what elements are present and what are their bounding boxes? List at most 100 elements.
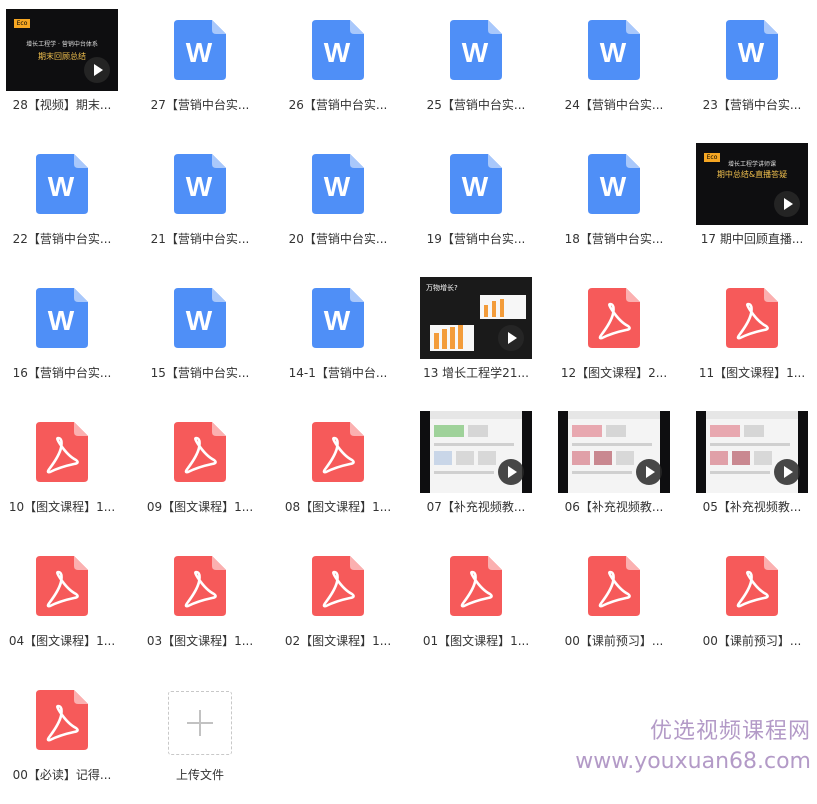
file-name: 00【必读】记得... — [12, 768, 112, 782]
word-doc-icon: W — [174, 154, 226, 214]
pdf-doc-icon — [312, 422, 364, 482]
word-doc-icon: W — [174, 20, 226, 80]
file-item-pdf[interactable]: 12【图文课程】2... — [545, 268, 683, 402]
file-name: 20【营销中台实... — [288, 232, 388, 246]
file-item-word[interactable]: W 25【营销中台实... — [407, 0, 545, 134]
word-doc-icon: W — [36, 154, 88, 214]
svg-text:W: W — [600, 37, 627, 68]
watermark-url: www.youxuan68.com — [575, 749, 811, 774]
file-item-pdf[interactable]: 08【图文课程】1... — [269, 402, 407, 536]
file-item-word[interactable]: W 16【营销中台实... — [0, 268, 131, 402]
upload-file-button[interactable]: 上传文件 — [131, 670, 269, 804]
play-icon — [636, 459, 662, 485]
file-thumbnail: W — [269, 142, 407, 226]
svg-text:W: W — [324, 171, 351, 202]
video-title-text: 万物增长? — [426, 284, 458, 292]
file-thumbnail — [545, 276, 683, 360]
file-thumbnail: W — [545, 142, 683, 226]
file-thumbnail — [131, 544, 269, 628]
play-icon — [774, 459, 800, 485]
file-item-pdf[interactable]: 10【图文课程】1... — [0, 402, 131, 536]
file-name: 17 期中回顾直播... — [700, 232, 804, 246]
svg-text:W: W — [186, 37, 213, 68]
video-thumbnail: Eco 增长工程学 · 营销中台体系 期末回顾总结 — [6, 9, 118, 91]
word-doc-icon: W — [174, 288, 226, 348]
svg-text:W: W — [324, 305, 351, 336]
file-name: 01【图文课程】1... — [422, 634, 530, 648]
file-item-word[interactable]: W 26【营销中台实... — [269, 0, 407, 134]
file-thumbnail: W — [131, 8, 269, 92]
file-item-video[interactable]: 05【补充视频教... — [683, 402, 817, 536]
watermark-title: 优选视频课程网 — [649, 719, 811, 744]
file-name: 06【补充视频教... — [564, 500, 664, 514]
file-item-word[interactable]: W 21【营销中台实... — [131, 134, 269, 268]
word-doc-icon: W — [450, 154, 502, 214]
word-doc-icon: W — [312, 288, 364, 348]
pdf-doc-icon — [36, 556, 88, 616]
video-brand-badge: Eco — [14, 19, 30, 28]
file-item-video[interactable]: Eco 增长工程学 · 营销中台体系 期末回顾总结 28【视频】期末... — [0, 0, 131, 134]
file-thumbnail: W — [407, 142, 545, 226]
file-name: 22【营销中台实... — [12, 232, 112, 246]
file-grid: Eco 增长工程学 · 营销中台体系 期末回顾总结 28【视频】期末... W … — [0, 0, 817, 798]
file-thumbnail: W — [683, 8, 817, 92]
file-thumbnail: W — [131, 276, 269, 360]
file-thumbnail — [269, 410, 407, 494]
file-item-video[interactable]: 万物增长? 13 增长工程学21... — [407, 268, 545, 402]
file-item-pdf[interactable]: 04【图文课程】1... — [0, 536, 131, 670]
pdf-doc-icon — [174, 556, 226, 616]
file-name: 19【营销中台实... — [426, 232, 526, 246]
word-doc-icon: W — [588, 154, 640, 214]
file-thumbnail — [269, 544, 407, 628]
pdf-doc-icon — [450, 556, 502, 616]
file-thumbnail — [0, 544, 131, 628]
file-item-pdf[interactable]: 00【课前预习】... — [545, 536, 683, 670]
svg-text:W: W — [462, 171, 489, 202]
file-item-word[interactable]: W 20【营销中台实... — [269, 134, 407, 268]
file-name: 25【营销中台实... — [426, 98, 526, 112]
upload-label: 上传文件 — [175, 768, 224, 782]
file-name: 10【图文课程】1... — [8, 500, 116, 514]
file-name: 03【图文课程】1... — [146, 634, 254, 648]
file-item-pdf[interactable]: 00【必读】记得... — [0, 670, 131, 804]
file-name: 16【营销中台实... — [12, 366, 112, 380]
pdf-doc-icon — [726, 556, 778, 616]
pdf-doc-icon — [588, 288, 640, 348]
file-item-pdf[interactable]: 00【课前预习】... — [683, 536, 817, 670]
file-item-word[interactable]: W 27【营销中台实... — [131, 0, 269, 134]
video-thumbnail — [558, 411, 670, 493]
pdf-doc-icon — [726, 288, 778, 348]
file-name: 00【课前预习】... — [564, 634, 664, 648]
file-item-video[interactable]: Eco 增长工程学讲师课 期中总结&直播答疑 17 期中回顾直播... — [683, 134, 817, 268]
video-thumbnail: 万物增长? — [420, 277, 532, 359]
file-thumbnail — [131, 410, 269, 494]
plus-icon — [168, 691, 232, 755]
file-item-pdf[interactable]: 01【图文课程】1... — [407, 536, 545, 670]
file-item-video[interactable]: 06【补充视频教... — [545, 402, 683, 536]
file-item-pdf[interactable]: 09【图文课程】1... — [131, 402, 269, 536]
file-item-video[interactable]: 07【补充视频教... — [407, 402, 545, 536]
file-item-word[interactable]: W 15【营销中台实... — [131, 268, 269, 402]
file-item-word[interactable]: W 19【营销中台实... — [407, 134, 545, 268]
file-item-word[interactable]: W 24【营销中台实... — [545, 0, 683, 134]
file-item-word[interactable]: W 22【营销中台实... — [0, 134, 131, 268]
pdf-doc-icon — [312, 556, 364, 616]
file-item-pdf[interactable]: 03【图文课程】1... — [131, 536, 269, 670]
video-title-text: 期中总结&直播答疑 — [716, 170, 788, 179]
file-thumbnail: W — [0, 276, 131, 360]
word-doc-icon: W — [36, 288, 88, 348]
file-name: 14-1【营销中台... — [288, 366, 388, 380]
file-item-word[interactable]: W 14-1【营销中台... — [269, 268, 407, 402]
file-name: 04【图文课程】1... — [8, 634, 116, 648]
video-thumbnail — [420, 411, 532, 493]
file-thumbnail: Eco 增长工程学 · 营销中台体系 期末回顾总结 — [0, 8, 131, 92]
pdf-doc-icon — [174, 422, 226, 482]
word-doc-icon: W — [450, 20, 502, 80]
file-item-word[interactable]: W 18【营销中台实... — [545, 134, 683, 268]
file-item-pdf[interactable]: 11【图文课程】1... — [683, 268, 817, 402]
file-name: 28【视频】期末... — [12, 98, 112, 112]
file-name: 27【营销中台实... — [150, 98, 250, 112]
upload-thumbnail — [131, 678, 269, 762]
file-item-pdf[interactable]: 02【图文课程】1... — [269, 536, 407, 670]
file-item-word[interactable]: W 23【营销中台实... — [683, 0, 817, 134]
